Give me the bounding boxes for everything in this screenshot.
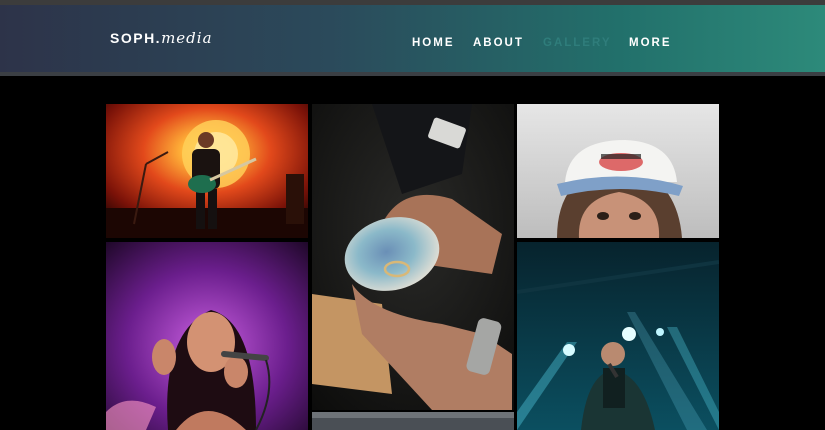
gallery-photo-partial[interactable] <box>312 412 514 430</box>
gallery-photo-male-singer[interactable] <box>517 242 719 430</box>
nav-about[interactable]: ABOUT <box>473 37 524 49</box>
partial-photo-image <box>312 412 514 430</box>
main-nav: HOME ABOUT GALLERY MORE <box>0 37 825 51</box>
nav-home[interactable]: HOME <box>412 37 455 49</box>
gallery-photo-guitarist[interactable] <box>106 104 308 238</box>
nav-more[interactable]: MORE <box>629 37 672 49</box>
gallery-photo-cap-woman[interactable] <box>517 104 719 238</box>
nav-gallery[interactable]: GALLERY <box>543 37 612 49</box>
header-shadow <box>0 72 825 76</box>
gallery-photo-shell-hands[interactable] <box>312 104 514 410</box>
site-header: SOPH.media HOME ABOUT GALLERY MORE <box>0 5 825 72</box>
gallery-photo-female-singer[interactable] <box>106 242 308 430</box>
guitarist-photo-image <box>106 104 308 238</box>
male-singer-photo-image <box>517 242 719 430</box>
shell-hands-photo-image <box>312 104 514 410</box>
cap-woman-photo-image <box>517 104 719 238</box>
female-singer-photo-image <box>106 242 308 430</box>
